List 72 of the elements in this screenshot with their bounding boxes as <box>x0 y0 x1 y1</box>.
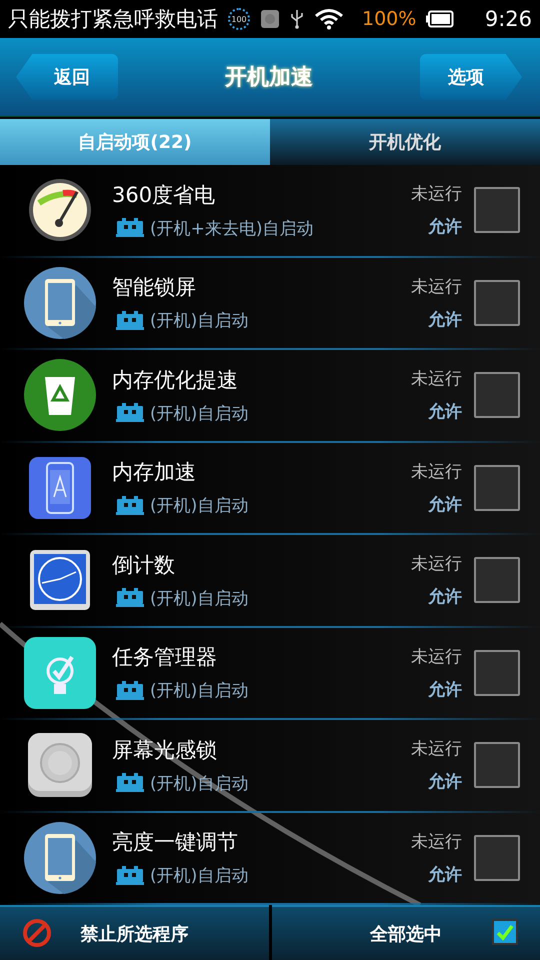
app-name: 内存优化提速 <box>112 366 239 394</box>
permission-status: 允许 <box>428 216 462 238</box>
run-status: 未运行 <box>411 553 462 576</box>
run-status: 未运行 <box>411 183 462 206</box>
checkbox[interactable] <box>474 372 520 418</box>
permission-status: 允许 <box>428 678 462 701</box>
autostart-label: (开机)自启动 <box>150 310 248 332</box>
robot-icon <box>116 403 144 424</box>
autostart-label: (开机)自启动 <box>150 680 248 702</box>
page-title: 开机加速 <box>225 64 313 92</box>
phone-icon <box>29 456 91 519</box>
app-name: 任务管理器 <box>112 644 218 672</box>
wifi-icon <box>314 8 344 30</box>
tablet-icon <box>24 822 96 894</box>
counter-badge: 100 <box>228 8 250 30</box>
app-name: 倒计数 <box>112 552 176 579</box>
clock-time: 9:26 <box>484 7 532 31</box>
light-bulb-icon <box>24 636 96 709</box>
autostart-label: (开机)自启动 <box>150 402 248 425</box>
robot-icon <box>116 773 144 794</box>
run-status: 未运行 <box>411 738 462 760</box>
checkbox[interactable] <box>474 280 520 326</box>
autostart-label: (开机)自启动 <box>150 495 248 518</box>
forbid-selected-button[interactable]: 禁止所选程序 <box>0 905 268 960</box>
checkbox[interactable] <box>474 187 520 234</box>
robot-icon <box>116 218 144 238</box>
robot-icon <box>116 588 144 608</box>
battery-icon <box>426 10 454 28</box>
back-button[interactable]: 返回 <box>16 54 118 100</box>
permission-status: 允许 <box>428 494 462 516</box>
gauge-icon <box>27 177 93 244</box>
run-status: 未运行 <box>411 276 462 298</box>
tablet-icon <box>24 266 96 339</box>
camera-icon <box>28 733 92 798</box>
recycle-bin-icon <box>24 359 96 432</box>
checkbox[interactable] <box>474 650 520 696</box>
app-notification-icon <box>260 9 280 29</box>
autostart-label: (开机)自启动 <box>150 588 248 610</box>
app-name: 内存加速 <box>112 459 197 486</box>
run-status: 未运行 <box>411 368 462 390</box>
checkbox[interactable] <box>474 742 520 788</box>
permission-status: 允许 <box>428 401 462 424</box>
tab[interactable]: 开机优化 <box>270 119 540 165</box>
checkbox[interactable] <box>474 557 520 604</box>
robot-icon <box>116 496 144 516</box>
app-name: 智能锁屏 <box>112 274 197 302</box>
permission-status: 允许 <box>428 864 462 886</box>
options-button[interactable]: 选项 <box>420 54 522 100</box>
app-name: 屏幕光感锁 <box>112 736 218 764</box>
select-all-checkbox[interactable] <box>492 919 518 945</box>
checkbox[interactable] <box>474 464 520 511</box>
app-name: 亮度一键调节 <box>112 829 239 856</box>
permission-status: 允许 <box>428 771 462 794</box>
permission-status: 允许 <box>428 308 462 331</box>
autostart-label: (开机)自启动 <box>150 865 248 888</box>
checkbox[interactable] <box>474 834 520 881</box>
permission-status: 允许 <box>428 586 462 608</box>
robot-icon <box>116 866 144 886</box>
prohibited-icon <box>22 918 52 948</box>
run-status: 未运行 <box>411 830 462 853</box>
run-status: 未运行 <box>411 460 462 483</box>
robot-icon <box>116 310 144 331</box>
app-name: 360度省电 <box>112 182 216 209</box>
usb-icon <box>290 9 304 29</box>
robot-icon <box>116 680 144 701</box>
autostart-label: (开机+来去电)自启动 <box>150 218 314 240</box>
run-status: 未运行 <box>411 646 462 668</box>
select-all-button[interactable]: 全部选中 <box>272 905 540 960</box>
status-text: 只能拨打紧急呼救电话 <box>8 6 218 33</box>
battery-percent: 100% <box>362 8 416 30</box>
clock-icon <box>30 550 90 610</box>
autostart-label: (开机)自启动 <box>150 772 248 795</box>
